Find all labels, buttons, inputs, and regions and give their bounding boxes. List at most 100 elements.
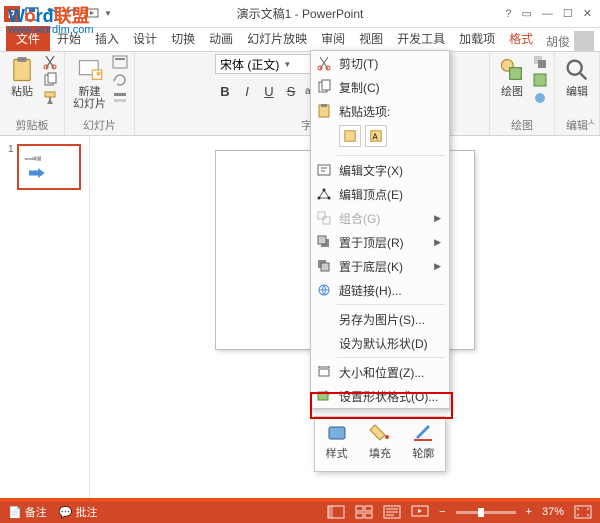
mini-toolbar: 样式 填充 轮廓 xyxy=(314,416,446,472)
bring-front-icon xyxy=(316,234,332,250)
thumb-text: word联盟 xyxy=(25,156,42,162)
svg-text:✶: ✶ xyxy=(94,69,102,79)
collapse-ribbon-icon[interactable]: ㅅ xyxy=(587,114,596,129)
ctx-send-back-label: 置于底层(K) xyxy=(339,258,403,275)
edit-points-icon xyxy=(316,186,332,202)
cut-icon[interactable] xyxy=(42,54,58,70)
notes-button[interactable]: 📄 备注 xyxy=(8,504,47,520)
tab-review[interactable]: 审阅 xyxy=(314,26,352,51)
context-menu: 剪切(T) 复制(C) 粘贴选项: A 编辑文字(X) 编辑顶点(E) 组合(G… xyxy=(310,50,450,409)
ctx-size-pos-label: 大小和位置(Z)... xyxy=(339,364,424,381)
paste-icon xyxy=(8,56,36,84)
zoom-slider[interactable] xyxy=(456,511,516,514)
reading-view-icon[interactable] xyxy=(383,505,401,519)
bold-button[interactable]: B xyxy=(215,81,235,101)
ctx-send-back[interactable]: 置于底层(K)▶ xyxy=(311,254,449,278)
mini-style-button[interactable]: 样式 xyxy=(326,421,348,461)
paste-label: 粘贴 xyxy=(11,86,33,98)
copy-icon[interactable] xyxy=(42,72,58,88)
clipboard-label: 剪贴板 xyxy=(16,115,49,135)
paste-option-picture[interactable]: A xyxy=(365,125,387,147)
tab-addins[interactable]: 加载项 xyxy=(452,26,502,51)
fit-to-window-icon[interactable] xyxy=(574,505,592,519)
ctx-group-label: 组合(G) xyxy=(339,210,380,227)
ctx-cut[interactable]: 剪切(T) xyxy=(311,51,449,75)
tab-developer[interactable]: 开发工具 xyxy=(390,26,452,51)
tab-design[interactable]: 设计 xyxy=(126,26,164,51)
user-avatar[interactable] xyxy=(574,31,594,51)
ribbon-options-icon[interactable]: ▭ xyxy=(522,7,532,20)
help-icon[interactable]: ? xyxy=(505,8,511,20)
quick-styles-icon[interactable] xyxy=(532,72,548,88)
editing-button[interactable]: 编辑 xyxy=(561,54,593,100)
comments-button[interactable]: 💬 批注 xyxy=(59,504,98,520)
reset-icon[interactable] xyxy=(112,72,128,88)
new-slide-label: 新建 幻灯片 xyxy=(73,86,106,110)
new-slide-button[interactable]: ✶ 新建 幻灯片 xyxy=(71,54,108,112)
ctx-save-as-picture[interactable]: 另存为图片(S)... xyxy=(311,307,449,331)
paste-option-theme[interactable] xyxy=(339,125,361,147)
zoom-out-button[interactable]: − xyxy=(439,506,445,518)
paste-button[interactable]: 粘贴 xyxy=(6,54,38,100)
slide-thumbnail-1[interactable]: word联盟 xyxy=(17,144,81,190)
drawing-group-label: 绘图 xyxy=(511,115,533,135)
ctx-size-position[interactable]: 大小和位置(Z)... xyxy=(311,360,449,384)
svg-text:A: A xyxy=(373,133,379,142)
window-title: 演示文稿1 - PowerPoint xyxy=(237,5,364,22)
ctx-copy[interactable]: 复制(C) xyxy=(311,75,449,99)
group-icon xyxy=(316,210,332,226)
ctx-hyperlink-label: 超链接(H)... xyxy=(339,282,402,299)
send-back-icon xyxy=(316,258,332,274)
strike-button[interactable]: S xyxy=(281,81,301,101)
minimize-button[interactable]: — xyxy=(542,8,553,20)
paste-icon xyxy=(316,103,332,119)
mini-outline-label: 轮廓 xyxy=(412,445,434,461)
section-icon[interactable] xyxy=(112,90,128,106)
font-name-value: 宋体 (正文) xyxy=(220,56,279,73)
tab-view[interactable]: 视图 xyxy=(352,26,390,51)
sorter-view-icon[interactable] xyxy=(355,505,373,519)
ctx-hyperlink[interactable]: 超链接(H)... xyxy=(311,278,449,302)
comments-label: 批注 xyxy=(76,507,98,519)
italic-button[interactable]: I xyxy=(237,81,257,101)
thumb-arrow-shape xyxy=(29,168,45,178)
shapes-icon xyxy=(498,56,526,84)
group-clipboard: 粘贴 剪贴板 xyxy=(0,52,65,135)
close-button[interactable]: ✕ xyxy=(583,7,592,20)
qat-dropdown-icon[interactable]: ▼ xyxy=(104,9,112,18)
mini-fill-button[interactable]: 填充 xyxy=(369,421,391,461)
ctx-format-shape[interactable]: 设置形状格式(O)... xyxy=(311,384,449,408)
ctx-bring-front-label: 置于顶层(R) xyxy=(339,234,404,251)
font-name-combo[interactable]: 宋体 (正文)▼ xyxy=(215,54,311,74)
new-slide-icon: ✶ xyxy=(76,56,104,84)
arrange-icon[interactable] xyxy=(532,54,548,70)
mini-outline-button[interactable]: 轮廓 xyxy=(412,421,434,461)
tab-slideshow[interactable]: 幻灯片放映 xyxy=(240,26,314,51)
layout-icon[interactable] xyxy=(112,54,128,70)
slideshow-view-icon[interactable] xyxy=(411,505,429,519)
ctx-set-default-shape[interactable]: 设为默认形状(D) xyxy=(311,331,449,355)
tab-transitions[interactable]: 切换 xyxy=(164,26,202,51)
normal-view-icon[interactable] xyxy=(327,505,345,519)
tab-format[interactable]: 格式 xyxy=(502,26,540,51)
underline-button[interactable]: U xyxy=(259,81,279,101)
user-name[interactable]: 胡俊 xyxy=(546,33,570,50)
drawing-button[interactable]: 绘图 xyxy=(496,54,528,100)
ctx-edit-text-label: 编辑文字(X) xyxy=(339,162,403,179)
maximize-button[interactable]: ☐ xyxy=(563,7,573,20)
watermark-url: www.wordlm.com xyxy=(8,24,94,36)
zoom-in-button[interactable]: + xyxy=(526,506,532,518)
ctx-edit-points[interactable]: 编辑顶点(E) xyxy=(311,182,449,206)
ctx-edit-points-label: 编辑顶点(E) xyxy=(339,186,403,203)
format-painter-icon[interactable] xyxy=(42,90,58,106)
fill-icon xyxy=(369,421,391,443)
ribbon: 粘贴 剪贴板 ✶ 新建 幻灯片 幻灯片 宋体 ( xyxy=(0,52,600,136)
ctx-paste-header-label: 粘贴选项: xyxy=(339,103,390,120)
ctx-bring-front[interactable]: 置于顶层(R)▶ xyxy=(311,230,449,254)
tab-animations[interactable]: 动画 xyxy=(202,26,240,51)
zoom-level[interactable]: 37% xyxy=(542,506,564,518)
shape-effects-icon[interactable] xyxy=(532,90,548,106)
size-position-icon xyxy=(316,364,332,380)
ctx-edit-text[interactable]: 编辑文字(X) xyxy=(311,158,449,182)
group-slides: ✶ 新建 幻灯片 幻灯片 xyxy=(65,52,135,135)
